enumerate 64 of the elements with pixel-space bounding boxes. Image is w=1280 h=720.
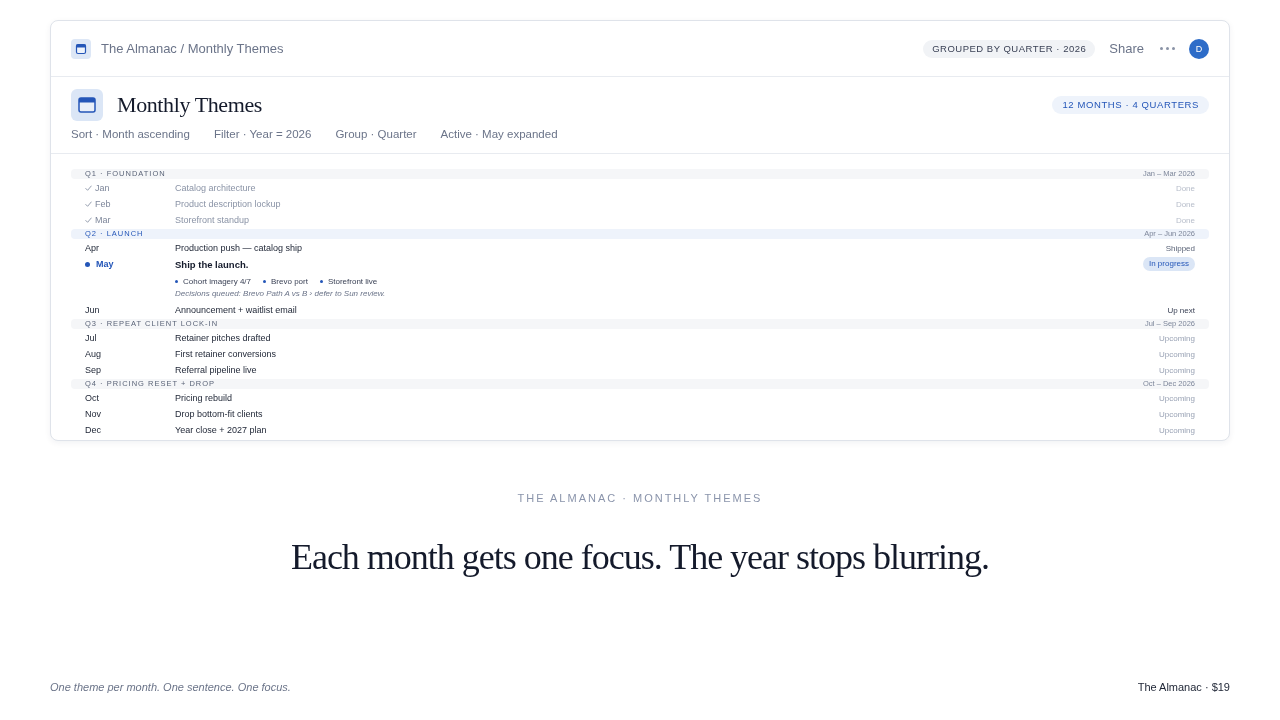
- theme-text: Referral pipeline live: [175, 365, 258, 375]
- window-icon: [71, 89, 103, 121]
- month-label: Jul: [85, 333, 97, 343]
- breadcrumb: The Almanac / Monthly Themes: [101, 41, 284, 56]
- detail-item: Brevo port: [271, 276, 308, 286]
- bullet-icon: [175, 279, 178, 283]
- status-text: Upcoming: [1159, 425, 1195, 435]
- bullet-icon: [319, 279, 323, 283]
- avatar[interactable]: D: [1189, 38, 1209, 59]
- decision-note: Decisions queued: Brevo Path A vs B › defer to Sun review.: [175, 288, 387, 300]
- more-icon[interactable]: [1160, 47, 1175, 50]
- month-label: Oct: [85, 393, 99, 403]
- status-text: Shipped: [1165, 243, 1195, 253]
- theme-text: Drop bottom-fit clients: [175, 409, 264, 419]
- theme-text: Storefront standup: [175, 215, 251, 225]
- month-label: Dec: [85, 425, 101, 435]
- theme-text: Production push — catalog ship: [175, 243, 304, 253]
- status-pill: In progress: [1142, 257, 1195, 271]
- theme-text: First retainer conversions: [175, 349, 278, 359]
- footer-note: One theme per month. One sentence. One focus.: [50, 681, 291, 693]
- status-text: Done: [1175, 183, 1195, 193]
- tagline: THE ALMANAC · MONTHLY THEMES: [516, 491, 764, 505]
- theme-text: Product description lockup: [175, 199, 282, 209]
- headline: Each month gets one focus. The year stops blurring.: [289, 536, 991, 579]
- month-label: Mar: [95, 215, 111, 225]
- theme-text: Catalog architecture: [175, 183, 257, 193]
- check-icon: [85, 201, 92, 207]
- status-text: Upcoming: [1159, 349, 1195, 359]
- theme-text: Year close + 2027 plan: [175, 425, 268, 435]
- status-text: Upcoming: [1159, 365, 1195, 375]
- detail-item: Storefront live: [327, 276, 378, 286]
- grouping-badge: GROUPED BY QUARTER · 2026: [923, 39, 1096, 58]
- month-label: Sep: [85, 365, 101, 375]
- check-icon: [85, 185, 92, 191]
- view-setting: Filter · Year = 2026: [213, 128, 312, 140]
- theme-text: Ship the launch.: [175, 258, 250, 270]
- status-text: Upcoming: [1159, 409, 1195, 419]
- month-label: Jan: [95, 183, 110, 193]
- check-icon: [85, 217, 92, 223]
- status-text: Up next: [1167, 305, 1195, 315]
- month-label: Nov: [85, 409, 101, 419]
- theme-text: Retainer pitches drafted: [175, 333, 272, 343]
- status-text: Upcoming: [1159, 393, 1195, 403]
- month-label: May: [96, 259, 114, 269]
- bullet-icon: [263, 279, 267, 283]
- count-badge: 12 MONTHS · 4 QUARTERS: [1052, 96, 1209, 114]
- month-label: Apr: [85, 243, 99, 253]
- view-setting: Sort · Month ascending: [71, 128, 190, 140]
- view-setting: Group · Quarter: [335, 128, 417, 140]
- status-text: Upcoming: [1159, 333, 1195, 343]
- month-label: Jun: [85, 305, 100, 315]
- share-button[interactable]: Share: [1109, 41, 1144, 56]
- month-label: Aug: [85, 349, 101, 359]
- status-text: Done: [1175, 199, 1195, 209]
- detail-item: Cohort imagery 4/7: [183, 276, 252, 286]
- month-label: Feb: [95, 199, 111, 209]
- product-price: The Almanac · $19: [1137, 681, 1230, 693]
- theme-text: Announcement + waitlist email: [175, 305, 298, 315]
- window-icon: [71, 38, 91, 59]
- view-setting: Active · May expanded: [440, 128, 558, 140]
- status-text: Done: [1175, 215, 1195, 225]
- theme-text: Pricing rebuild: [175, 393, 234, 403]
- page-title: Monthly Themes: [117, 92, 262, 118]
- dot-icon: [85, 261, 90, 267]
